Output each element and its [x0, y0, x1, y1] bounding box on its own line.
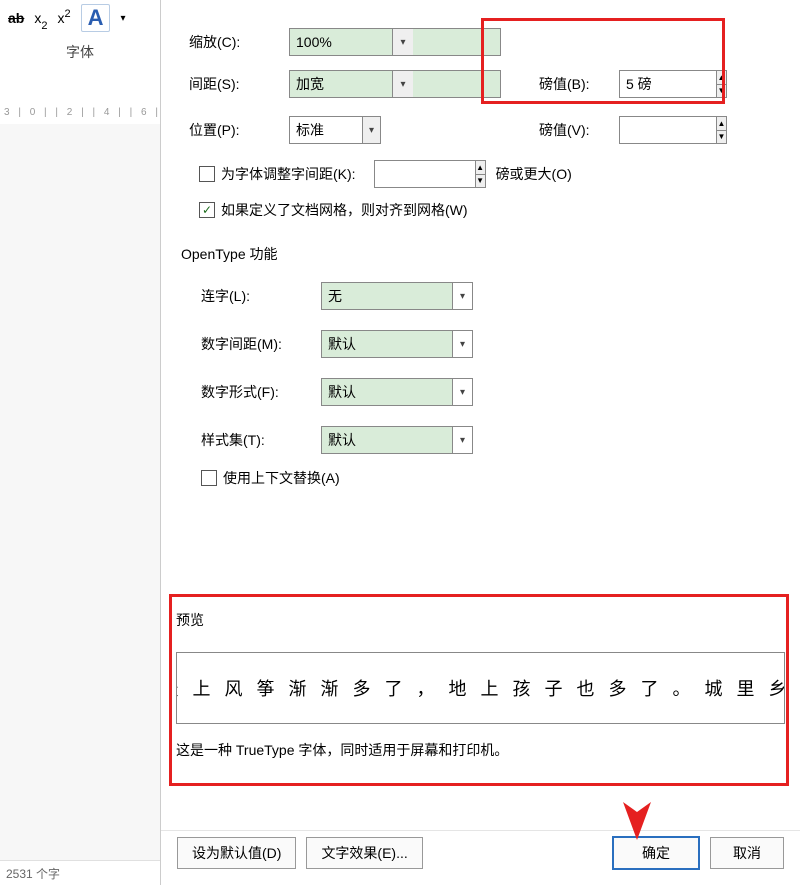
- spacing-combo[interactable]: ▾: [289, 70, 501, 98]
- button-bar: 设为默认值(D) 文字效果(E)... 确定 取消: [161, 830, 800, 875]
- dropdown-icon[interactable]: ▾: [120, 13, 125, 24]
- spacing-input[interactable]: [290, 71, 392, 97]
- kerning-label: 为字体调整字间距(K):: [221, 164, 356, 184]
- styleset-input[interactable]: [322, 427, 452, 453]
- position-input[interactable]: [290, 117, 362, 143]
- points2-input[interactable]: [620, 117, 716, 143]
- kerning-suffix: 磅或更大(O): [496, 164, 572, 184]
- chevron-down-icon[interactable]: ▾: [452, 379, 472, 405]
- scale-input[interactable]: [290, 29, 392, 55]
- chevron-down-icon[interactable]: ▾: [452, 331, 472, 357]
- num-form-combo[interactable]: ▾: [321, 378, 473, 406]
- preview-box: 天上风筝渐渐多了，地上孩子也多了。城里乡: [176, 652, 785, 724]
- opentype-title: OpenType 功能: [181, 244, 278, 264]
- num-spacing-combo[interactable]: ▾: [321, 330, 473, 358]
- num-spacing-label: 数字间距(M):: [201, 334, 311, 354]
- checkbox-checked-icon: ✓: [199, 202, 215, 218]
- ribbon-fragment: ab x2 x2 A ▾ 字体: [0, 0, 161, 101]
- points-spinner[interactable]: ▲▼: [619, 70, 727, 98]
- spin-down-icon[interactable]: ▼: [717, 131, 726, 144]
- preview-text: 天上风筝渐渐多了，地上孩子也多了。城里乡: [176, 675, 785, 701]
- num-form-label: 数字形式(F):: [201, 382, 311, 402]
- position-label: 位置(P):: [189, 120, 279, 140]
- points2-spinner[interactable]: ▲▼: [619, 116, 727, 144]
- spin-up-icon[interactable]: ▲: [717, 71, 726, 85]
- preview-note: 这是一种 TrueType 字体，同时适用于屏幕和打印机。: [176, 740, 785, 760]
- text-effects-button[interactable]: 文字效果(E)...: [306, 837, 422, 869]
- document-background: [0, 124, 161, 885]
- scale-combo[interactable]: ▾: [289, 28, 501, 56]
- font-dialog: 缩放(C): ▾ 间距(S): ▾ 磅值(B): ▲▼ 位置(P):: [160, 0, 800, 885]
- clear-format-button[interactable]: A: [81, 4, 111, 32]
- subscript-button[interactable]: x2: [34, 10, 47, 26]
- kerning-checkbox[interactable]: 为字体调整字间距(K):: [199, 164, 356, 184]
- status-bar: 2531 个字: [0, 860, 166, 885]
- points-label: 磅值(B):: [539, 74, 609, 94]
- chevron-down-icon[interactable]: ▾: [392, 71, 413, 97]
- contextual-checkbox[interactable]: 使用上下文替换(A): [201, 468, 340, 488]
- ligatures-label: 连字(L):: [201, 286, 311, 306]
- chevron-down-icon[interactable]: ▾: [452, 283, 472, 309]
- chevron-down-icon[interactable]: ▾: [392, 29, 413, 55]
- points2-label: 磅值(V):: [539, 120, 609, 140]
- strike-icon[interactable]: ab: [8, 10, 24, 26]
- chevron-down-icon[interactable]: ▾: [362, 117, 380, 143]
- styleset-label: 样式集(T):: [201, 430, 311, 450]
- spin-down-icon[interactable]: ▼: [476, 175, 485, 188]
- num-spacing-input[interactable]: [322, 331, 452, 357]
- spin-up-icon[interactable]: ▲: [476, 161, 485, 175]
- checkbox-icon: [201, 470, 217, 486]
- spin-up-icon[interactable]: ▲: [717, 117, 726, 131]
- ruler: 3 | 0 | | 2 | | 4 | | 6 |: [0, 100, 165, 124]
- kerning-input[interactable]: [375, 161, 475, 187]
- position-combo[interactable]: ▾: [289, 116, 381, 144]
- snapgrid-label: 如果定义了文档网格，则对齐到网格(W): [221, 200, 468, 220]
- contextual-label: 使用上下文替换(A): [223, 468, 340, 488]
- chevron-down-icon[interactable]: ▾: [452, 427, 472, 453]
- points-input[interactable]: [620, 71, 716, 97]
- ligatures-combo[interactable]: ▾: [321, 282, 473, 310]
- preview-title: 预览: [176, 610, 785, 630]
- kerning-spinner[interactable]: ▲▼: [374, 160, 486, 188]
- checkbox-icon: [199, 166, 215, 182]
- scale-label: 缩放(C):: [189, 32, 279, 52]
- set-default-button[interactable]: 设为默认值(D): [177, 837, 296, 869]
- cancel-button[interactable]: 取消: [710, 837, 784, 869]
- spin-down-icon[interactable]: ▼: [717, 85, 726, 98]
- ligatures-input[interactable]: [322, 283, 452, 309]
- num-form-input[interactable]: [322, 379, 452, 405]
- superscript-button[interactable]: x2: [57, 10, 70, 26]
- snapgrid-checkbox[interactable]: ✓ 如果定义了文档网格，则对齐到网格(W): [199, 200, 468, 220]
- styleset-combo[interactable]: ▾: [321, 426, 473, 454]
- spacing-label: 间距(S):: [189, 74, 279, 94]
- ribbon-group-label: 字体: [0, 36, 160, 62]
- ok-button[interactable]: 确定: [612, 836, 700, 870]
